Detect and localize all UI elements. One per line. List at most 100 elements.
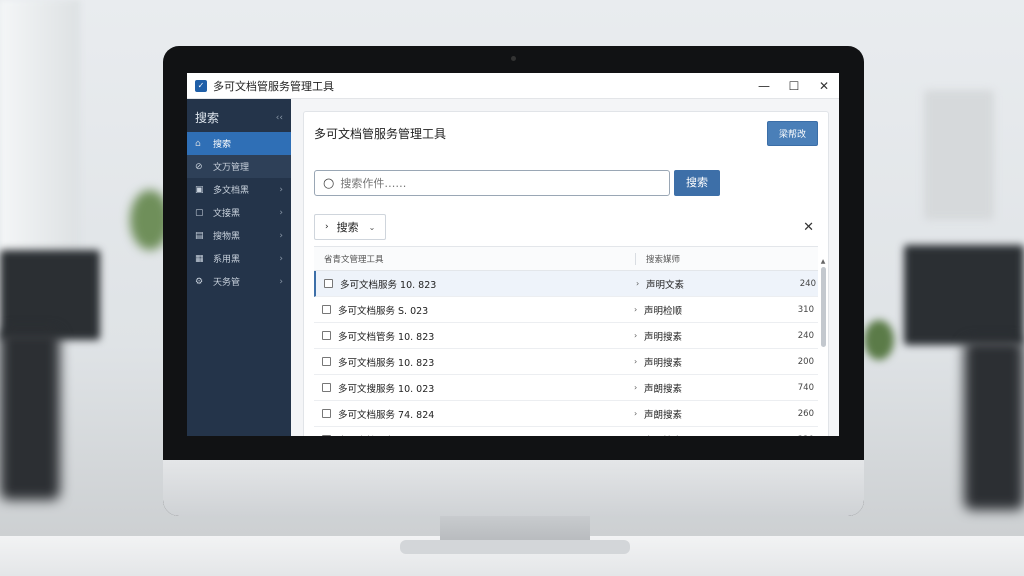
background-plant-right (864, 320, 894, 360)
row-tag: 声朗搜素 (644, 409, 683, 421)
sidebar-item-label: 天务管 (213, 278, 241, 288)
chevron-right-icon: › (279, 230, 283, 241)
chevron-right-icon: › (325, 222, 329, 232)
table-row[interactable]: 多可文档服务 S. 023 › 声明检顺 310 (314, 297, 818, 323)
chevron-right-icon: › (634, 435, 644, 436)
search-row: ○ 搜索 (304, 154, 828, 196)
row-checkbox[interactable] (322, 331, 331, 340)
row-count: 740 (797, 382, 814, 393)
row-name: 多可文档服务 S. 023 (338, 305, 429, 317)
scroll-up-icon[interactable]: ▲ (820, 258, 826, 265)
sidebar: 搜索 ‹‹ ⌂ 搜索 ⊘ 文万管理 ▣ 多文档黑 › ▢ 文接黑 › ▤ 搜物黑… (187, 99, 291, 436)
sidebar-item-doc-link[interactable]: ▢ 文接黑 › (187, 201, 291, 224)
sidebar-item-search[interactable]: ⌂ 搜索 (187, 132, 291, 155)
collapse-icon[interactable]: ‹‹ (276, 113, 283, 123)
row-checkbox[interactable] (322, 305, 331, 314)
chevron-right-icon: › (279, 276, 283, 287)
row-name: 多可文搜服务 10. 023 (338, 383, 435, 395)
row-checkbox[interactable] (322, 409, 331, 418)
sidebar-item-label: 文接黑 (213, 209, 241, 219)
chevron-right-icon: › (634, 331, 638, 340)
table-row[interactable]: 多可文档服务 10. 023›声明搜素220 (314, 427, 818, 436)
row-tag: 声明搜素 (644, 357, 683, 369)
sidebar-item-label: 搜索 (213, 140, 232, 150)
table-row[interactable]: 多可文搜服务 10. 023 › 声朗搜素 740 (314, 375, 818, 401)
column-header-tag[interactable]: 搜索媒师 (636, 253, 680, 265)
sidebar-item-doc-manage[interactable]: ⊘ 文万管理 (187, 155, 291, 178)
app-window: ✓ 多可文档管服务管理工具 — ☐ ✕ 搜索 ‹‹ ⌂ 搜索 ⊘ 文万管理 ▣ … (187, 73, 839, 436)
minimize-icon[interactable]: — (749, 79, 779, 93)
row-name: 多可文档服务 10. 023 (338, 433, 634, 437)
table-row[interactable]: 多可文档服务 10. 823 › 声明文素 240 (314, 271, 818, 297)
row-name: 多可文档管务 10. 823 (338, 331, 435, 343)
scroll-thumb[interactable] (820, 267, 826, 347)
search-input[interactable] (340, 176, 641, 190)
background-monitor-right (904, 245, 1024, 345)
column-header-name[interactable]: 省青文管理工具 (314, 252, 636, 265)
window-title: 多可文档管服务管理工具 (213, 79, 334, 93)
sidebar-item-system[interactable]: ▦ 系用黑 › (187, 247, 291, 270)
row-tag: 声明搜素 (644, 433, 784, 437)
row-count: 200 (797, 356, 814, 367)
main-content: 多可文档管服务管理工具 梁帮改 ○ 搜索 › 搜索 ⌄ (291, 99, 839, 436)
title-bar: ✓ 多可文档管服务管理工具 — ☐ ✕ (187, 73, 839, 99)
app-logo-icon: ✓ (195, 79, 207, 92)
background-shelf (924, 90, 994, 220)
sidebar-item-services[interactable]: ⚙ 天务管 › (187, 270, 291, 293)
chevron-right-icon: › (279, 184, 283, 195)
search-icon: ○ (323, 175, 335, 191)
chevron-right-icon: › (634, 305, 638, 314)
row-count: 220 (784, 435, 814, 437)
sidebar-item-label: 搜物黑 (213, 232, 241, 242)
sidebar-item-multi-doc[interactable]: ▣ 多文档黑 › (187, 178, 291, 201)
webcam (511, 56, 516, 61)
folder-icon: ▣ (195, 184, 204, 195)
row-tag: 声明搜素 (644, 331, 683, 343)
monitor-chin (163, 460, 864, 516)
sidebar-item-label: 多文档黑 (213, 186, 250, 196)
row-checkbox[interactable] (322, 435, 331, 436)
chevron-right-icon: › (279, 253, 283, 264)
sidebar-title: 搜索 (195, 111, 220, 125)
close-icon[interactable]: ✕ (809, 79, 839, 93)
row-count: 240 (799, 278, 816, 289)
filter-row: › 搜索 ⌄ ✕ (304, 196, 828, 240)
grid-icon: ▦ (195, 253, 204, 264)
search-button[interactable]: 搜索 (674, 170, 720, 196)
close-filter-icon[interactable]: ✕ (803, 220, 814, 235)
background-chair-left (0, 330, 60, 500)
sidebar-header: 搜索 ‹‹ (187, 99, 291, 132)
list-icon: ▤ (195, 230, 204, 241)
monitor-stand-base (400, 540, 630, 554)
page-title: 多可文档管服务管理工具 (314, 126, 447, 141)
table-row[interactable]: 多可文档服务 74. 824 › 声朗搜素 260 (314, 401, 818, 427)
table-header: 省青文管理工具 搜索媒师 (314, 247, 818, 271)
maximize-icon[interactable]: ☐ (779, 79, 809, 93)
background-monitor-left (0, 250, 100, 340)
search-box[interactable]: ○ (314, 170, 670, 196)
row-checkbox[interactable] (324, 279, 333, 288)
filter-label: 搜索 (336, 221, 359, 234)
table-row[interactable]: 多可文档管务 10. 823 › 声明搜素 240 (314, 323, 818, 349)
results-table: 省青文管理工具 搜索媒师 多可文档服务 10. 823 › 声明文素 240 多可文档服… (314, 246, 818, 436)
chevron-down-icon: ⌄ (368, 222, 376, 232)
sidebar-item-label: 文万管理 (213, 163, 250, 173)
panel-header: 多可文档管服务管理工具 梁帮改 (304, 112, 828, 154)
home-icon: ⌂ (195, 138, 201, 149)
filter-dropdown[interactable]: › 搜索 ⌄ (314, 214, 387, 240)
window-controls: — ☐ ✕ (749, 79, 839, 93)
row-tag: 声明检顺 (644, 305, 683, 317)
table-row[interactable]: 多可文档服务 10. 823 › 声明搜素 200 (314, 349, 818, 375)
row-checkbox[interactable] (322, 383, 331, 392)
scrollbar[interactable]: ▲ (820, 258, 826, 436)
sidebar-item-search-items[interactable]: ▤ 搜物黑 › (187, 224, 291, 247)
chevron-right-icon: › (634, 409, 638, 418)
doc-icon: ▢ (195, 207, 204, 218)
row-name: 多可文档服务 10. 823 (338, 357, 435, 369)
row-name: 多可文档服务 10. 823 (340, 279, 437, 291)
row-count: 310 (797, 304, 814, 315)
row-name: 多可文档服务 74. 824 (338, 409, 435, 421)
edit-button[interactable]: 梁帮改 (766, 120, 818, 146)
chevron-right-icon: › (636, 279, 640, 288)
row-checkbox[interactable] (322, 357, 331, 366)
